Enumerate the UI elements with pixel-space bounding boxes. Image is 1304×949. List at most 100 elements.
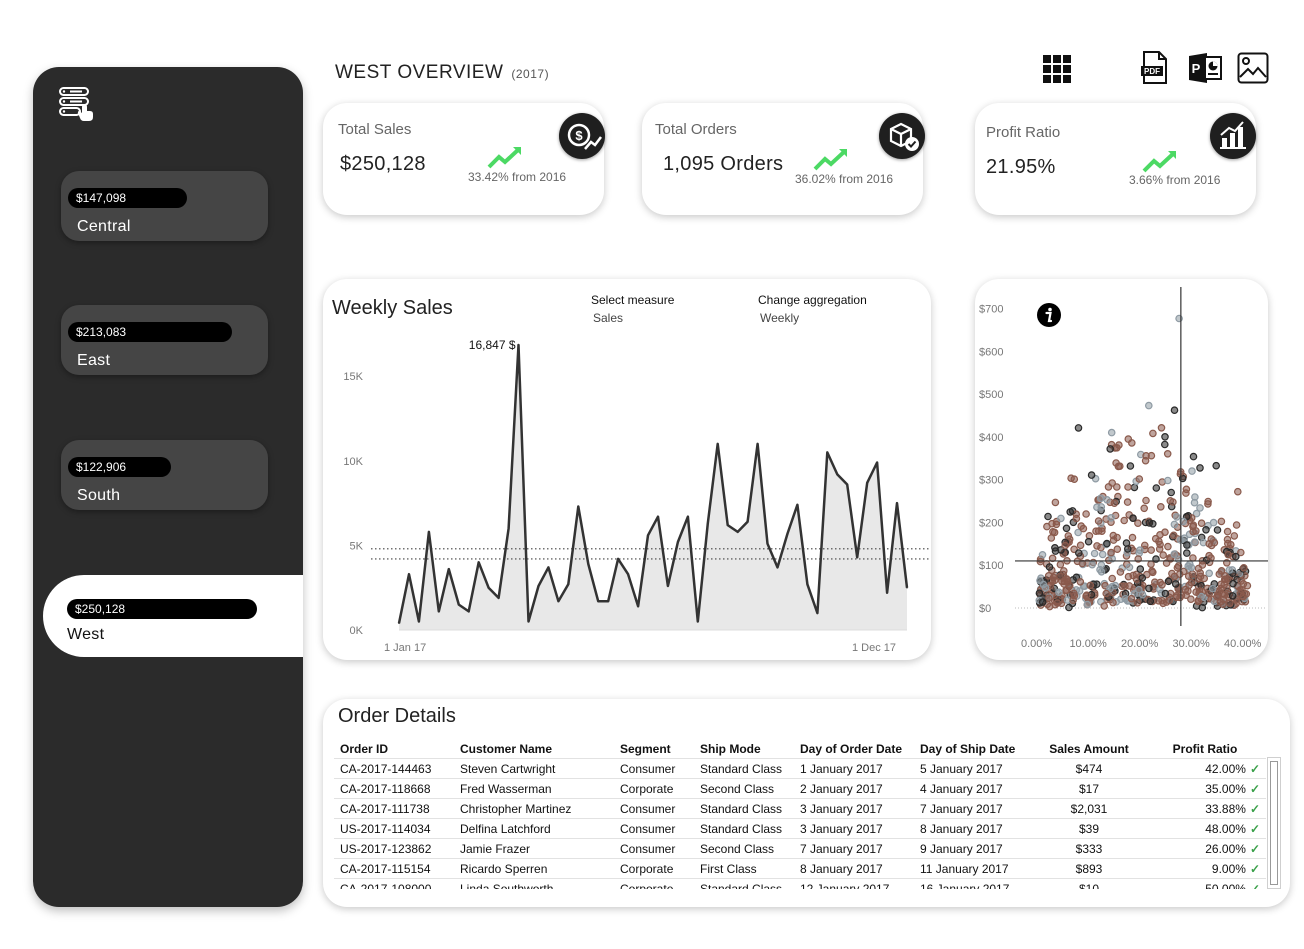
- table-cell: Standard Class: [694, 798, 794, 819]
- scatter-point: [1107, 514, 1115, 522]
- sales-point: [537, 585, 540, 587]
- table-row[interactable]: CA-2017-108000 Linda Southworth Corporate S…: [334, 878, 1266, 890]
- table-cell: 8 January 2017: [794, 858, 914, 879]
- table-cell: Standard Class: [694, 878, 794, 889]
- pdf-export-icon[interactable]: PDF: [1140, 51, 1170, 90]
- scatter-point: [1161, 589, 1170, 598]
- column-header[interactable]: Customer Name: [454, 739, 614, 759]
- scatter-point: [1171, 580, 1180, 588]
- scatter-point: [1217, 517, 1226, 526]
- scatter-point: [1170, 406, 1179, 415]
- region-card-south[interactable]: $122,906 South: [61, 440, 268, 510]
- sales-point: [687, 515, 689, 518]
- info-icon[interactable]: [1036, 302, 1062, 333]
- scatter-point: [1090, 549, 1099, 558]
- scatter-point: [1194, 597, 1203, 606]
- scatter-point: [1049, 528, 1057, 536]
- server-hand-icon[interactable]: [58, 86, 98, 122]
- scatter-point: [1194, 564, 1203, 573]
- order-details-table-wrap[interactable]: Order ID Customer Name Segment Ship Mode…: [334, 739, 1266, 889]
- scatter-point: [1243, 581, 1252, 590]
- table-cell: Consumer: [614, 818, 694, 839]
- scatter-point: [1102, 589, 1111, 598]
- grid-menu-icon[interactable]: [1042, 54, 1072, 89]
- scatter-point: [1075, 549, 1083, 557]
- powerpoint-export-icon[interactable]: P: [1187, 52, 1223, 89]
- change-aggregation-dropdown[interactable]: Weekly: [760, 311, 799, 325]
- sales-point: [707, 522, 709, 525]
- scatter-point: [1103, 539, 1111, 548]
- table-row[interactable]: CA-2017-144463 Steven Cartwright Consumer S…: [334, 758, 1266, 779]
- weekly-sales-card: 0K 5K 10K 15K 16,847 $ 1 Jan 17 1 Dec 17 Weekl…: [323, 279, 931, 660]
- scrollbar-thumb[interactable]: [1270, 761, 1278, 885]
- table-row[interactable]: US-2017-114034 Delfina Latchford Consumer S…: [334, 818, 1266, 839]
- check-icon: ✓: [1249, 841, 1260, 856]
- sales-point: [487, 586, 490, 589]
- scatter-point: [1164, 542, 1172, 551]
- scatter-point: [1159, 599, 1167, 608]
- sales-point: [776, 566, 779, 569]
- scatter-point: [1057, 514, 1065, 523]
- table-scrollbar[interactable]: [1267, 757, 1281, 889]
- image-export-icon[interactable]: [1237, 52, 1269, 89]
- scatter-point: [1129, 514, 1137, 523]
- profit-ratio-value: 50.00%: [1205, 881, 1246, 890]
- region-card-central[interactable]: $147,098 Central: [61, 171, 268, 241]
- trend-up-icon: [487, 147, 521, 169]
- column-header[interactable]: Segment: [614, 739, 694, 759]
- table-cell: $10: [1034, 878, 1144, 889]
- region-card-west[interactable]: $250,128 West: [43, 575, 303, 657]
- sales-point: [716, 443, 719, 445]
- table-cell: Jamie Frazer: [454, 838, 614, 859]
- profit-ratio-value: 35.00%: [1205, 781, 1246, 796]
- column-header[interactable]: Day of Order Date: [794, 739, 914, 759]
- sales-point: [886, 592, 888, 594]
- column-header[interactable]: Order ID: [334, 739, 454, 759]
- kpi-value: 1,095 Orders: [663, 153, 784, 175]
- sales-point: [497, 597, 500, 599]
- column-header[interactable]: Day of Ship Date: [914, 739, 1034, 759]
- scatter-point: [1230, 532, 1239, 540]
- kpi-value: 21.95%: [986, 156, 1056, 178]
- scatter-point: [1056, 560, 1065, 569]
- scatter-point: [1076, 577, 1085, 586]
- scatter-point: [1088, 560, 1097, 569]
- table-row[interactable]: US-2017-123862 Jamie Frazer Consumer Second…: [334, 838, 1266, 859]
- region-card-east[interactable]: $213,083 East: [61, 305, 268, 375]
- table-cell: 3 January 2017: [794, 798, 914, 819]
- scatter-point: [1161, 433, 1169, 441]
- select-measure-dropdown[interactable]: Sales: [593, 311, 623, 325]
- column-header[interactable]: Profit Ratio: [1144, 739, 1266, 759]
- table-cell: Delfina Latchford: [454, 818, 614, 839]
- scatter-point: [1112, 459, 1120, 467]
- scatter-point: [1158, 580, 1166, 589]
- table-row[interactable]: CA-2017-118668 Fred Wasserman Corporate Sec…: [334, 778, 1266, 799]
- sales-point: [398, 622, 400, 624]
- profit-ratio-cell: 35.00% ✓: [1144, 778, 1266, 799]
- table-row[interactable]: CA-2017-111738 Christopher Martinez Consum…: [334, 798, 1266, 819]
- table-cell: US-2017-123862: [334, 838, 454, 859]
- scatter-point: [1239, 563, 1248, 572]
- table-cell: CA-2017-144463: [334, 758, 454, 779]
- sales-point: [597, 600, 599, 602]
- scatter-point: [1124, 483, 1132, 491]
- kpi-label: Total Orders: [655, 121, 737, 138]
- sales-point: [408, 573, 410, 575]
- sales-point: [726, 524, 729, 526]
- scatter-point: [1130, 483, 1139, 492]
- column-header[interactable]: Sales Amount: [1034, 739, 1144, 759]
- check-icon: ✓: [1249, 821, 1260, 836]
- scatter-point: [1145, 519, 1154, 527]
- select-measure-label: Select measure: [591, 293, 675, 307]
- scatter-point: [1038, 550, 1047, 559]
- table-cell: CA-2017-115154: [334, 858, 454, 879]
- table-cell: Fred Wasserman: [454, 778, 614, 799]
- table-row[interactable]: CA-2017-115154 Ricardo Sperren Corporate Fi…: [334, 858, 1266, 879]
- profit-ratio-cell: 26.00% ✓: [1144, 838, 1266, 859]
- column-header[interactable]: Ship Mode: [694, 739, 794, 759]
- table-cell: Corporate: [614, 778, 694, 799]
- y-tick-label: $100: [979, 560, 1003, 572]
- y-tick-label: 0K: [350, 625, 364, 637]
- kpi-change: 33.42% from 2016: [468, 170, 567, 184]
- scatter-point: [1125, 582, 1134, 590]
